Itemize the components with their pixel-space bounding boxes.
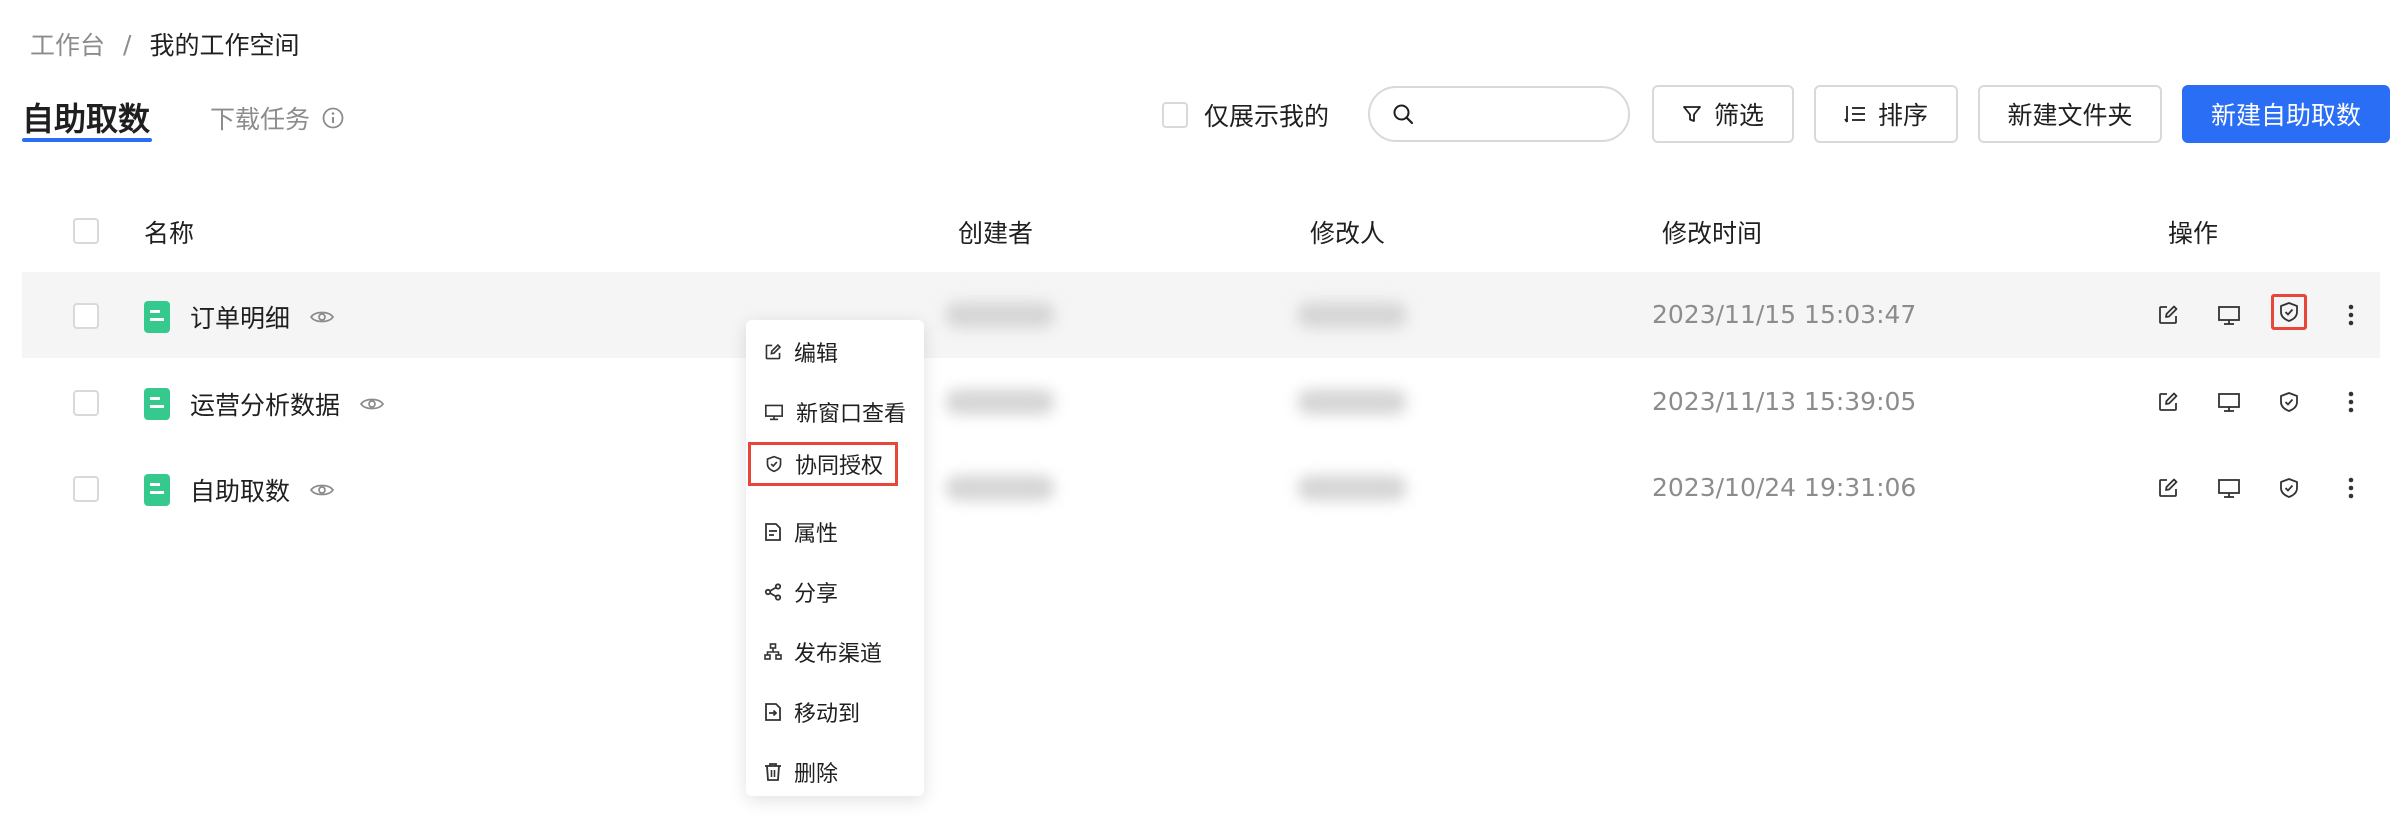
row-name[interactable]: 订单明细 <box>190 299 290 335</box>
monitor-icon[interactable] <box>2214 387 2244 417</box>
filter-icon <box>1682 104 1702 124</box>
menu-item-label: 发布渠道 <box>794 642 883 667</box>
select-all-checkbox[interactable] <box>73 218 99 244</box>
sort-button[interactable]: 排序 <box>1814 85 1958 143</box>
row-checkbox[interactable] <box>73 390 99 416</box>
dataset-file-icon <box>144 301 170 333</box>
tab-self-service[interactable]: 自助取数 <box>22 94 150 140</box>
breadcrumb-separator: / <box>123 29 132 59</box>
shield-icon[interactable] <box>2274 473 2304 503</box>
sort-icon <box>1844 104 1866 124</box>
creator-redacted <box>945 475 1055 501</box>
row-name-cell[interactable]: 订单明细 <box>144 299 335 335</box>
more-icon[interactable] <box>2336 300 2366 330</box>
edit-icon[interactable] <box>2153 300 2183 330</box>
breadcrumb-root-link[interactable]: 工作台 <box>30 26 105 62</box>
creator-redacted <box>945 389 1055 415</box>
menu-item-edit[interactable]: 编辑 <box>764 336 838 368</box>
column-header-creator: 创建者 <box>958 219 1034 248</box>
row-name[interactable]: 运营分析数据 <box>190 386 340 422</box>
edit-icon <box>764 343 782 361</box>
properties-icon <box>764 522 782 542</box>
menu-item-label: 协同授权 <box>795 454 884 479</box>
menu-item-share[interactable]: 分享 <box>764 576 838 608</box>
row-modified-time: 2023/11/13 15:39:05 <box>1652 387 1917 416</box>
dataset-file-icon <box>144 474 170 506</box>
row-name[interactable]: 自助取数 <box>190 472 290 508</box>
only-mine-checkbox[interactable] <box>1162 102 1188 128</box>
monitor-icon[interactable] <box>2214 473 2244 503</box>
menu-item-move-to[interactable]: 移动到 <box>764 696 860 728</box>
row-checkbox[interactable] <box>73 476 99 502</box>
eye-icon[interactable] <box>310 309 335 325</box>
context-menu: 编辑 新窗口查看 协同授权 属性 分享 发布渠道 移动到 删除 <box>746 320 924 796</box>
row-modified-time: 2023/10/24 19:31:06 <box>1652 473 1917 502</box>
menu-item-label: 分享 <box>794 582 839 607</box>
only-mine-label: 仅展示我的 <box>1204 102 1330 131</box>
more-icon[interactable] <box>2336 387 2366 417</box>
dataset-file-icon <box>144 388 170 420</box>
search-input[interactable] <box>1426 99 1620 129</box>
monitor-icon[interactable] <box>2214 300 2244 330</box>
creator-redacted <box>945 302 1055 328</box>
eye-icon[interactable] <box>310 482 335 498</box>
menu-item-publish-channel[interactable]: 发布渠道 <box>764 636 882 668</box>
menu-item-properties[interactable]: 属性 <box>764 516 838 548</box>
menu-item-delete[interactable]: 删除 <box>764 756 838 788</box>
menu-item-label: 编辑 <box>794 342 839 367</box>
new-self-service-button[interactable]: 新建自助取数 <box>2182 85 2390 143</box>
new-folder-button[interactable]: 新建文件夹 <box>1978 85 2162 143</box>
menu-item-label: 新窗口查看 <box>796 402 907 427</box>
modifier-redacted <box>1297 302 1407 328</box>
table-row[interactable] <box>22 272 2380 358</box>
hierarchy-icon <box>764 643 782 661</box>
search-box[interactable] <box>1368 86 1630 142</box>
row-modified-time: 2023/11/15 15:03:47 <box>1652 300 1917 329</box>
row-name-cell[interactable]: 运营分析数据 <box>144 386 385 422</box>
filter-label: 筛选 <box>1713 101 1764 130</box>
modifier-redacted <box>1297 389 1407 415</box>
info-icon[interactable] <box>322 107 344 129</box>
move-file-icon <box>764 702 782 722</box>
menu-item-label: 删除 <box>794 762 839 787</box>
modifier-redacted <box>1297 475 1407 501</box>
tab-download-tasks[interactable]: 下载任务 <box>210 100 344 136</box>
shield-icon[interactable] <box>2274 387 2304 417</box>
row-checkbox[interactable] <box>73 303 99 329</box>
filter-button[interactable]: 筛选 <box>1652 85 1794 143</box>
column-header-actions: 操作 <box>2168 219 2219 248</box>
tab-download-tasks-label: 下载任务 <box>210 105 311 134</box>
sort-label: 排序 <box>1877 101 1928 130</box>
menu-item-collaborative-auth[interactable]: 协同授权 <box>748 442 898 486</box>
shield-icon[interactable] <box>2271 294 2307 330</box>
search-icon <box>1392 103 1414 125</box>
menu-item-label: 移动到 <box>794 702 861 727</box>
menu-item-open-new-window[interactable]: 新窗口查看 <box>764 396 906 428</box>
column-header-name: 名称 <box>144 219 195 248</box>
column-header-modified-time: 修改时间 <box>1662 219 1763 248</box>
row-name-cell[interactable]: 自助取数 <box>144 472 335 508</box>
column-header-modifier: 修改人 <box>1310 219 1386 248</box>
edit-icon[interactable] <box>2153 387 2183 417</box>
edit-icon[interactable] <box>2153 473 2183 503</box>
menu-item-label: 属性 <box>794 522 839 547</box>
shield-icon <box>765 455 783 473</box>
active-tab-indicator <box>22 138 152 142</box>
trash-icon <box>764 762 782 782</box>
only-mine-filter[interactable]: 仅展示我的 <box>1162 97 1329 133</box>
share-icon <box>764 583 782 601</box>
more-icon[interactable] <box>2336 473 2366 503</box>
breadcrumb: 工作台 / 我的工作空间 <box>30 26 299 62</box>
monitor-icon <box>764 403 784 421</box>
eye-icon[interactable] <box>360 396 385 412</box>
breadcrumb-current: 我的工作空间 <box>149 31 300 60</box>
